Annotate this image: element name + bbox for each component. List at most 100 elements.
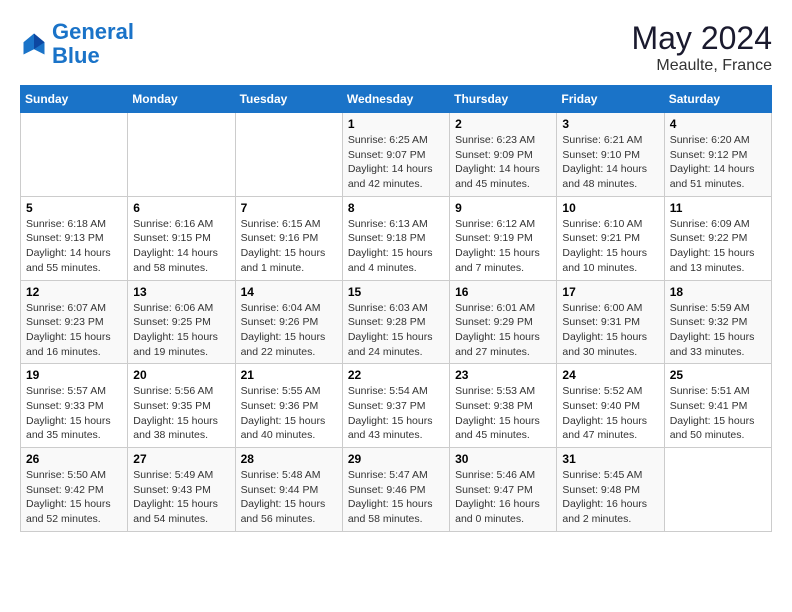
day-number: 15 xyxy=(348,285,444,299)
day-number: 24 xyxy=(562,368,658,382)
day-info: Sunrise: 5:46 AM Sunset: 9:47 PM Dayligh… xyxy=(455,468,551,527)
calendar-cell: 12Sunrise: 6:07 AM Sunset: 9:23 PM Dayli… xyxy=(21,280,128,364)
day-info: Sunrise: 6:06 AM Sunset: 9:25 PM Dayligh… xyxy=(133,301,229,360)
day-info: Sunrise: 6:18 AM Sunset: 9:13 PM Dayligh… xyxy=(26,217,122,276)
calendar-cell xyxy=(664,448,771,532)
day-info: Sunrise: 5:55 AM Sunset: 9:36 PM Dayligh… xyxy=(241,384,337,443)
calendar-cell: 27 Sunrise: 5:49 AM Sunset: 9:43 PM Dayli… xyxy=(128,448,235,532)
calendar-cell: 28 Sunrise: 5:48 AM Sunset: 9:44 PM Dayli… xyxy=(235,448,342,532)
day-number: 4 xyxy=(670,117,766,131)
day-info: Sunrise: 6:09 AM Sunset: 9:22 PM Dayligh… xyxy=(670,217,766,276)
week-row-1: 1 Sunrise: 6:25 AM Sunset: 9:07 PM Daylig… xyxy=(21,113,772,197)
day-number: 10 xyxy=(562,201,658,215)
day-number: 7 xyxy=(241,201,337,215)
col-header-saturday: Saturday xyxy=(664,86,771,113)
calendar-cell: 1 Sunrise: 6:25 AM Sunset: 9:07 PM Daylig… xyxy=(342,113,449,197)
day-info: Sunrise: 5:50 AM Sunset: 9:42 PM Dayligh… xyxy=(26,468,122,527)
week-row-2: 5 Sunrise: 6:18 AM Sunset: 9:13 PM Daylig… xyxy=(21,196,772,280)
calendar-cell: 26 Sunrise: 5:50 AM Sunset: 9:42 PM Dayli… xyxy=(21,448,128,532)
day-info: Sunrise: 6:25 AM Sunset: 9:07 PM Dayligh… xyxy=(348,133,444,192)
day-number: 31 xyxy=(562,452,658,466)
day-number: 29 xyxy=(348,452,444,466)
calendar-cell: 5 Sunrise: 6:18 AM Sunset: 9:13 PM Daylig… xyxy=(21,196,128,280)
logo-text: General Blue xyxy=(52,20,134,68)
week-row-5: 26 Sunrise: 5:50 AM Sunset: 9:42 PM Dayli… xyxy=(21,448,772,532)
calendar-cell: 22Sunrise: 5:54 AM Sunset: 9:37 PM Dayli… xyxy=(342,364,449,448)
calendar-cell: 25 Sunrise: 5:51 AM Sunset: 9:41 PM Dayli… xyxy=(664,364,771,448)
calendar-cell: 15Sunrise: 6:03 AM Sunset: 9:28 PM Dayli… xyxy=(342,280,449,364)
calendar-cell: 21 Sunrise: 5:55 AM Sunset: 9:36 PM Dayli… xyxy=(235,364,342,448)
day-number: 23 xyxy=(455,368,551,382)
day-info: Sunrise: 6:00 AM Sunset: 9:31 PM Dayligh… xyxy=(562,301,658,360)
day-info: Sunrise: 6:16 AM Sunset: 9:15 PM Dayligh… xyxy=(133,217,229,276)
day-number: 25 xyxy=(670,368,766,382)
calendar-cell: 2 Sunrise: 6:23 AM Sunset: 9:09 PM Daylig… xyxy=(450,113,557,197)
day-number: 5 xyxy=(26,201,122,215)
calendar-cell: 23 Sunrise: 5:53 AM Sunset: 9:38 PM Dayli… xyxy=(450,364,557,448)
title-block: May 2024 Meaulte, France xyxy=(631,20,772,75)
calendar-cell: 16 Sunrise: 6:01 AM Sunset: 9:29 PM Dayli… xyxy=(450,280,557,364)
col-header-sunday: Sunday xyxy=(21,86,128,113)
day-info: Sunrise: 5:53 AM Sunset: 9:38 PM Dayligh… xyxy=(455,384,551,443)
day-info: Sunrise: 5:47 AM Sunset: 9:46 PM Dayligh… xyxy=(348,468,444,527)
day-number: 3 xyxy=(562,117,658,131)
logo: General Blue xyxy=(20,20,134,68)
day-number: 20 xyxy=(133,368,229,382)
day-info: Sunrise: 6:23 AM Sunset: 9:09 PM Dayligh… xyxy=(455,133,551,192)
calendar-cell: 30 Sunrise: 5:46 AM Sunset: 9:47 PM Dayli… xyxy=(450,448,557,532)
day-info: Sunrise: 5:45 AM Sunset: 9:48 PM Dayligh… xyxy=(562,468,658,527)
day-number: 27 xyxy=(133,452,229,466)
calendar-cell: 24Sunrise: 5:52 AM Sunset: 9:40 PM Dayli… xyxy=(557,364,664,448)
day-number: 16 xyxy=(455,285,551,299)
day-info: Sunrise: 6:01 AM Sunset: 9:29 PM Dayligh… xyxy=(455,301,551,360)
day-number: 22 xyxy=(348,368,444,382)
day-number: 28 xyxy=(241,452,337,466)
day-number: 2 xyxy=(455,117,551,131)
page-header: General Blue May 2024 Meaulte, France xyxy=(20,20,772,75)
day-number: 1 xyxy=(348,117,444,131)
calendar-cell: 17Sunrise: 6:00 AM Sunset: 9:31 PM Dayli… xyxy=(557,280,664,364)
col-header-thursday: Thursday xyxy=(450,86,557,113)
day-number: 11 xyxy=(670,201,766,215)
day-info: Sunrise: 5:57 AM Sunset: 9:33 PM Dayligh… xyxy=(26,384,122,443)
day-info: Sunrise: 6:21 AM Sunset: 9:10 PM Dayligh… xyxy=(562,133,658,192)
day-number: 6 xyxy=(133,201,229,215)
day-info: Sunrise: 5:51 AM Sunset: 9:41 PM Dayligh… xyxy=(670,384,766,443)
calendar-cell: 19Sunrise: 5:57 AM Sunset: 9:33 PM Dayli… xyxy=(21,364,128,448)
day-number: 8 xyxy=(348,201,444,215)
calendar-cell: 31 Sunrise: 5:45 AM Sunset: 9:48 PM Dayli… xyxy=(557,448,664,532)
calendar-cell: 13 Sunrise: 6:06 AM Sunset: 9:25 PM Dayli… xyxy=(128,280,235,364)
day-number: 30 xyxy=(455,452,551,466)
calendar-table: SundayMondayTuesdayWednesdayThursdayFrid… xyxy=(20,85,772,532)
day-number: 13 xyxy=(133,285,229,299)
day-info: Sunrise: 5:49 AM Sunset: 9:43 PM Dayligh… xyxy=(133,468,229,527)
logo-line2: Blue xyxy=(52,43,100,68)
day-info: Sunrise: 5:48 AM Sunset: 9:44 PM Dayligh… xyxy=(241,468,337,527)
week-row-4: 19Sunrise: 5:57 AM Sunset: 9:33 PM Dayli… xyxy=(21,364,772,448)
calendar-cell xyxy=(21,113,128,197)
calendar-body: 1 Sunrise: 6:25 AM Sunset: 9:07 PM Daylig… xyxy=(21,113,772,532)
location: Meaulte, France xyxy=(631,57,772,75)
calendar-cell: 18 Sunrise: 5:59 AM Sunset: 9:32 PM Dayli… xyxy=(664,280,771,364)
day-info: Sunrise: 5:56 AM Sunset: 9:35 PM Dayligh… xyxy=(133,384,229,443)
day-number: 9 xyxy=(455,201,551,215)
calendar-cell: 6 Sunrise: 6:16 AM Sunset: 9:15 PM Daylig… xyxy=(128,196,235,280)
day-info: Sunrise: 6:12 AM Sunset: 9:19 PM Dayligh… xyxy=(455,217,551,276)
calendar-cell: 20 Sunrise: 5:56 AM Sunset: 9:35 PM Dayli… xyxy=(128,364,235,448)
day-number: 21 xyxy=(241,368,337,382)
calendar-header-row: SundayMondayTuesdayWednesdayThursdayFrid… xyxy=(21,86,772,113)
day-number: 26 xyxy=(26,452,122,466)
day-info: Sunrise: 6:04 AM Sunset: 9:26 PM Dayligh… xyxy=(241,301,337,360)
calendar-cell: 9 Sunrise: 6:12 AM Sunset: 9:19 PM Daylig… xyxy=(450,196,557,280)
calendar-cell: 3 Sunrise: 6:21 AM Sunset: 9:10 PM Daylig… xyxy=(557,113,664,197)
calendar-cell: 7 Sunrise: 6:15 AM Sunset: 9:16 PM Daylig… xyxy=(235,196,342,280)
col-header-tuesday: Tuesday xyxy=(235,86,342,113)
day-info: Sunrise: 6:13 AM Sunset: 9:18 PM Dayligh… xyxy=(348,217,444,276)
calendar-cell: 29 Sunrise: 5:47 AM Sunset: 9:46 PM Dayli… xyxy=(342,448,449,532)
day-number: 18 xyxy=(670,285,766,299)
calendar-cell: 10Sunrise: 6:10 AM Sunset: 9:21 PM Dayli… xyxy=(557,196,664,280)
col-header-wednesday: Wednesday xyxy=(342,86,449,113)
day-info: Sunrise: 5:59 AM Sunset: 9:32 PM Dayligh… xyxy=(670,301,766,360)
calendar-cell: 4Sunrise: 6:20 AM Sunset: 9:12 PM Daylig… xyxy=(664,113,771,197)
day-info: Sunrise: 6:15 AM Sunset: 9:16 PM Dayligh… xyxy=(241,217,337,276)
